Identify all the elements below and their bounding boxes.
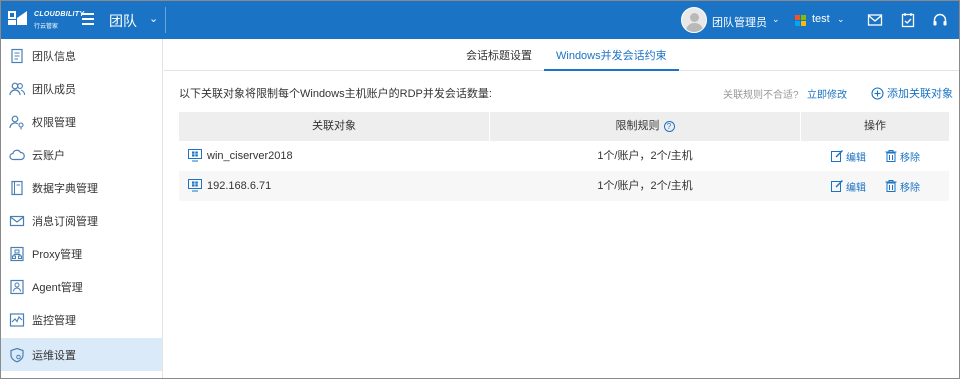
chevron-down-icon[interactable]: ⌄ — [837, 14, 845, 25]
header-divider — [165, 7, 166, 33]
team-title: 团队 — [109, 13, 137, 29]
trash-icon — [885, 180, 897, 192]
windows-host-icon — [188, 149, 202, 162]
tab-bar: 会话标题设置 Windows并发会话约束 — [164, 39, 959, 71]
user-name[interactable]: 团队管理员 — [712, 14, 767, 30]
sidebar-item-cloud-account[interactable]: 云账户 — [1, 138, 162, 171]
rule-value: 1个/账户，2个/主机 — [597, 180, 693, 192]
agent-icon — [10, 279, 24, 294]
chevron-down-icon[interactable]: ⌄ — [149, 12, 158, 25]
sidebar-item-message-subscription[interactable]: 消息订阅管理 — [1, 204, 162, 237]
sidebar-item-monitoring[interactable]: 监控管理 — [1, 303, 162, 336]
task-icon[interactable] — [900, 12, 916, 28]
edit-label: 编辑 — [846, 182, 866, 194]
modify-now-link[interactable]: 立即修改 — [807, 86, 847, 101]
sidebar: 团队信息 团队成员 权限管理 云账户 数据字典管理 消息订阅管理 Proxy管理… — [1, 39, 163, 378]
mail-icon[interactable] — [867, 12, 883, 28]
app-window: CLOUDBILITY 行云管家 团队 ⌄ 团队管理员 ⌄ test ⌄ 团队信… — [0, 0, 960, 379]
book-icon — [11, 180, 23, 195]
cloud-icon — [9, 149, 25, 160]
rule-value: 1个/账户，2个/主机 — [597, 150, 693, 162]
sidebar-item-proxy[interactable]: Proxy管理 — [1, 237, 162, 270]
edit-icon — [831, 150, 843, 162]
sidebar-item-label: 消息订阅管理 — [32, 215, 98, 228]
edit-button[interactable]: 编辑 — [831, 171, 866, 201]
edit-button[interactable]: 编辑 — [831, 141, 866, 171]
column-header-target: 关联对象 — [312, 120, 356, 132]
edit-label: 编辑 — [846, 152, 866, 164]
org-icon — [795, 15, 806, 26]
user-key-icon — [9, 115, 24, 129]
table-row: 192.168.6.71 1个/账户，2个/主机 编辑 移除 — [179, 171, 949, 201]
logo-text: CLOUDBILITY — [34, 11, 85, 18]
plus-circle-icon — [871, 86, 884, 100]
remove-button[interactable]: 移除 — [885, 171, 920, 201]
document-icon — [11, 48, 23, 63]
page-description: 以下关联对象将限制每个Windows主机账户的RDP并发会话数量: — [179, 88, 492, 100]
shield-gear-icon — [10, 347, 24, 362]
sidebar-item-team-info[interactable]: 团队信息 — [1, 39, 162, 72]
mail-icon — [9, 215, 25, 226]
windows-host-icon — [188, 179, 202, 192]
target-name: win_ciserver2018 — [207, 150, 293, 162]
menu-icon[interactable] — [82, 13, 94, 25]
headset-icon[interactable] — [932, 12, 948, 28]
sidebar-item-label: 数据字典管理 — [32, 182, 98, 195]
chevron-down-icon[interactable]: ⌄ — [772, 14, 780, 25]
tab-session-title[interactable]: 会话标题设置 — [466, 39, 532, 71]
sidebar-item-agent[interactable]: Agent管理 — [1, 270, 162, 303]
users-icon — [9, 82, 25, 95]
add-target-button[interactable]: 添加关联对象 — [871, 85, 953, 101]
edit-icon — [831, 180, 843, 192]
target-name: 192.168.6.71 — [207, 180, 272, 192]
sidebar-item-label: 团队信息 — [32, 50, 76, 63]
trash-icon — [885, 150, 897, 162]
top-header: CLOUDBILITY 行云管家 团队 ⌄ 团队管理员 ⌄ test ⌄ — [1, 1, 959, 39]
sidebar-item-permissions[interactable]: 权限管理 — [1, 105, 162, 138]
remove-label: 移除 — [900, 152, 920, 164]
cloudbility-logo[interactable]: CLOUDBILITY 行云管家 — [7, 9, 84, 31]
column-header-rule-label: 限制规则 — [615, 120, 660, 132]
column-header-actions: 操作 — [864, 120, 886, 132]
avatar[interactable] — [681, 7, 707, 33]
sidebar-item-label: 团队成员 — [32, 83, 76, 96]
monitor-icon — [9, 312, 25, 327]
sidebar-item-team-members[interactable]: 团队成员 — [1, 72, 162, 105]
remove-label: 移除 — [900, 182, 920, 194]
add-target-label: 添加关联对象 — [887, 88, 953, 100]
sidebar-item-ops-settings[interactable]: 运维设置 — [1, 338, 162, 371]
logo-subtext: 行云管家 — [34, 24, 59, 30]
sidebar-item-data-dictionary[interactable]: 数据字典管理 — [1, 171, 162, 204]
sidebar-item-label: 监控管理 — [32, 314, 76, 327]
sidebar-item-label: Agent管理 — [32, 281, 83, 294]
sidebar-item-label: 权限管理 — [32, 116, 76, 129]
remove-button[interactable]: 移除 — [885, 141, 920, 171]
proxy-icon — [10, 246, 24, 261]
org-name[interactable]: test — [812, 13, 830, 25]
sidebar-item-label: 云账户 — [32, 149, 65, 162]
hint-text: 关联规则不合适? — [723, 90, 799, 101]
sidebar-item-label: 运维设置 — [32, 349, 76, 362]
sidebar-item-label: Proxy管理 — [32, 248, 83, 261]
table-row: win_ciserver2018 1个/账户，2个/主机 编辑 移除 — [179, 141, 949, 171]
table-header: 关联对象 限制规则? 操作 — [179, 112, 949, 141]
help-icon[interactable]: ? — [663, 120, 675, 132]
tab-windows-concurrent-session[interactable]: Windows并发会话约束 — [544, 39, 679, 71]
logo-icon — [8, 11, 27, 25]
column-header-rule: 限制规则? — [490, 112, 800, 141]
